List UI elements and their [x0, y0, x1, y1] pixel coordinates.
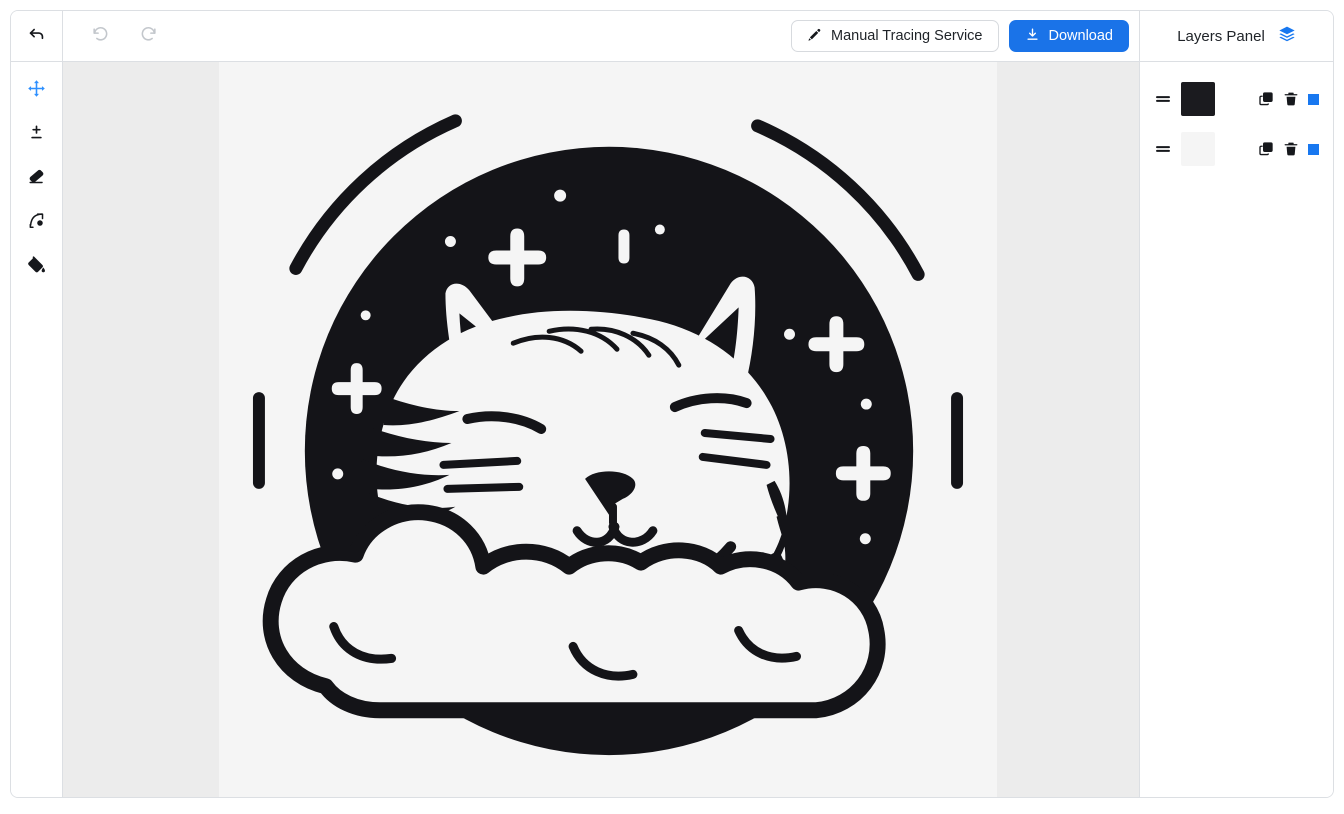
- brush-icon: [807, 27, 822, 46]
- trash-icon[interactable]: [1283, 91, 1299, 107]
- manual-tracing-service-button[interactable]: Manual Tracing Service: [790, 20, 999, 52]
- duplicate-icon[interactable]: [1258, 91, 1274, 107]
- download-button[interactable]: Download: [1008, 20, 1129, 52]
- drag-handle-icon[interactable]: [1154, 140, 1172, 158]
- plus-minus-icon: [27, 123, 46, 147]
- history-controls: [63, 11, 161, 61]
- layers-panel: [1139, 62, 1333, 797]
- manual-tracing-service-label: Manual Tracing Service: [830, 28, 983, 44]
- layer-row[interactable]: [1140, 124, 1333, 174]
- layer-color-swatch[interactable]: [1181, 132, 1215, 166]
- back-button[interactable]: [11, 11, 63, 61]
- layer-color-swatch[interactable]: [1181, 82, 1215, 116]
- layers-stack-icon: [1278, 25, 1296, 47]
- artboard[interactable]: [219, 62, 997, 797]
- node-edit-tool[interactable]: [22, 208, 52, 238]
- back-arrow-icon: [27, 24, 46, 48]
- layers-panel-header: Layers Panel: [1139, 11, 1333, 61]
- move-arrows-icon: [27, 79, 46, 103]
- redo-button[interactable]: [135, 23, 161, 49]
- eraser-tool[interactable]: [22, 164, 52, 194]
- download-label: Download: [1048, 28, 1114, 44]
- trash-icon[interactable]: [1283, 141, 1299, 157]
- app-window: Manual Tracing Service Download Layers P…: [10, 10, 1334, 798]
- undo-button[interactable]: [87, 23, 113, 49]
- duplicate-icon[interactable]: [1258, 141, 1274, 157]
- paint-bucket-icon: [27, 255, 46, 279]
- drag-handle-icon[interactable]: [1154, 90, 1172, 108]
- cat-on-cloud-artwork[interactable]: [219, 62, 997, 797]
- app-body: [11, 62, 1333, 797]
- move-tool[interactable]: [22, 76, 52, 106]
- color-indicator-icon[interactable]: [1308, 93, 1319, 105]
- download-icon: [1025, 27, 1040, 46]
- layers-panel-title: Layers Panel: [1177, 27, 1265, 45]
- eraser-icon: [27, 167, 46, 191]
- undo-icon: [91, 24, 110, 48]
- fill-tool[interactable]: [22, 252, 52, 282]
- topbar-actions: Manual Tracing Service Download: [790, 11, 1139, 61]
- node-edit-icon: [27, 211, 46, 235]
- tool-rail: [11, 62, 63, 797]
- top-toolbar: Manual Tracing Service Download Layers P…: [11, 11, 1333, 62]
- adjust-tool[interactable]: [22, 120, 52, 150]
- redo-icon: [139, 24, 158, 48]
- color-indicator-icon[interactable]: [1308, 143, 1319, 155]
- layer-row[interactable]: [1140, 74, 1333, 124]
- canvas-area[interactable]: [63, 62, 1139, 797]
